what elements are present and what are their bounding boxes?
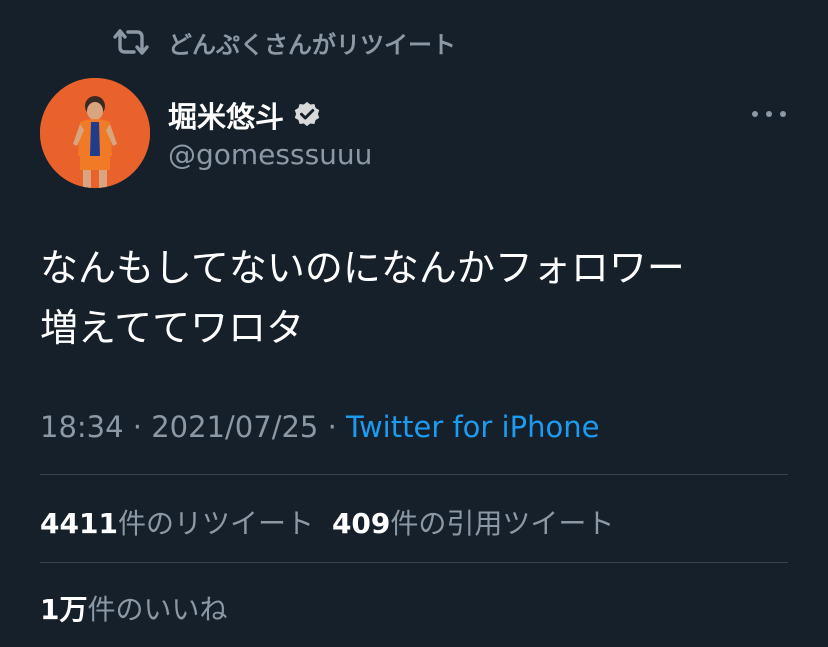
avatar-photo bbox=[40, 78, 150, 188]
retweet-banner[interactable]: どんぷくさんがリツイート bbox=[112, 26, 456, 59]
author-handle[interactable]: @gomesssuuu bbox=[168, 138, 372, 171]
tweet-date[interactable]: 2021/07/25 bbox=[151, 410, 318, 444]
tweet-text-line: なんもしてないのになんかフォロワー bbox=[40, 246, 685, 290]
retweets-stat[interactable]: 4411件のリツイート bbox=[40, 507, 314, 540]
quotes-stat[interactable]: 409件の引用ツイート bbox=[332, 507, 614, 540]
more-dots-icon bbox=[752, 111, 758, 117]
retweet-banner-text: どんぷくさんがリツイート bbox=[168, 30, 456, 59]
tweet-source-link[interactable]: Twitter for iPhone bbox=[346, 410, 599, 444]
likes-stat[interactable]: 1万件のいいね bbox=[40, 588, 228, 628]
tweet-time[interactable]: 18:34 bbox=[40, 410, 124, 444]
author-display-name[interactable]: 堀米悠斗 bbox=[168, 94, 284, 136]
divider bbox=[40, 474, 788, 475]
engagement-stats: 4411件のリツイート 409件の引用ツイート bbox=[40, 502, 632, 542]
tweet-text: なんもしてないのになんかフォロワー 増えててワロタ bbox=[40, 238, 800, 358]
divider bbox=[40, 562, 788, 563]
author-name-row[interactable]: 堀米悠斗 bbox=[168, 94, 322, 136]
tweet-text-line: 増えててワロタ bbox=[40, 306, 305, 350]
avatar[interactable] bbox=[40, 78, 150, 188]
more-options-button[interactable] bbox=[752, 104, 786, 124]
verified-badge-icon bbox=[294, 101, 320, 127]
retweet-icon bbox=[113, 29, 149, 55]
tweet-meta: 18:34 · 2021/07/25 · Twitter for iPhone bbox=[40, 410, 600, 444]
